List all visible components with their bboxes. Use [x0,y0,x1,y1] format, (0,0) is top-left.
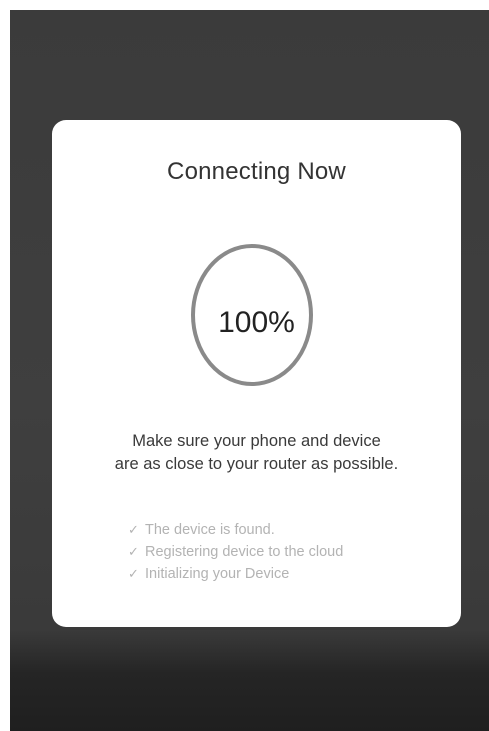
dimmed-overlay-background: Connecting Now 100% Make sure your phone… [10,10,489,731]
progress-percentage: 100% [218,306,295,339]
connection-steps-list: ✓ The device is found. ✓ Registering dev… [128,519,343,585]
step-item: ✓ Registering device to the cloud [128,541,343,563]
step-label: The device is found. [145,522,275,538]
step-item: ✓ The device is found. [128,519,343,541]
connecting-dialog: Connecting Now 100% Make sure your phone… [52,120,461,627]
check-icon: ✓ [128,522,139,537]
step-item: ✓ Initializing your Device [128,563,343,585]
dialog-title: Connecting Now [167,158,346,185]
instruction-line-1: Make sure your phone and device [132,432,381,450]
instruction-line-2: are as close to your router as possible. [114,455,399,473]
check-icon: ✓ [128,566,139,581]
check-icon: ✓ [128,544,139,559]
step-label: Registering device to the cloud [145,544,344,560]
step-label: Initializing your Device [145,566,290,582]
proximity-instruction: Make sure your phone and device are as c… [52,430,461,476]
